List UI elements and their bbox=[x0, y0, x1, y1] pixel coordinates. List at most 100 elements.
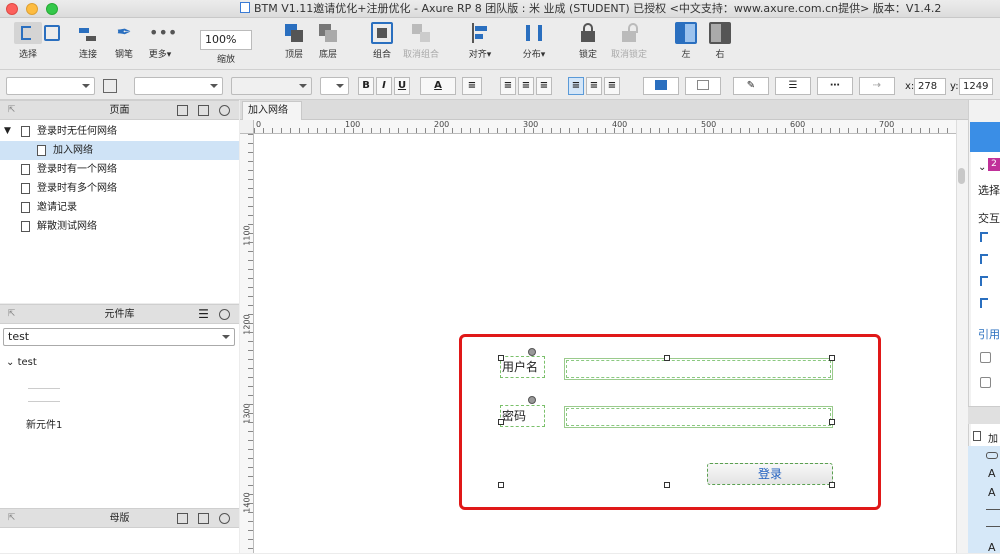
page-item[interactable]: 解散测试网络 bbox=[0, 217, 239, 236]
right-panel-toggle[interactable]: 右 bbox=[708, 22, 732, 60]
format-painter-icon[interactable] bbox=[103, 79, 117, 93]
password-field[interactable] bbox=[564, 406, 833, 428]
distribute-button[interactable]: 分布▾ bbox=[518, 22, 550, 60]
left-panel-toggle[interactable]: 左 bbox=[674, 22, 698, 60]
menu-icon[interactable]: ☰ bbox=[198, 308, 209, 320]
align-right-button[interactable]: ≡ bbox=[536, 77, 552, 95]
page-item[interactable]: 邀请记录 bbox=[0, 198, 239, 217]
line-color-button[interactable]: ✎ bbox=[733, 77, 769, 95]
resize-handle[interactable] bbox=[664, 482, 670, 488]
pen-tool[interactable]: ✒ 钢笔 bbox=[108, 22, 140, 60]
x-input[interactable]: 278 bbox=[914, 78, 946, 95]
add-folder-icon[interactable] bbox=[198, 513, 209, 524]
rotate-handle[interactable] bbox=[528, 348, 536, 356]
collapse-icon[interactable]: ⇱ bbox=[6, 513, 17, 524]
add-master-icon[interactable] bbox=[177, 513, 188, 524]
tab-add-network[interactable]: 加入网络 × bbox=[242, 101, 302, 134]
select-box-icon bbox=[44, 25, 60, 41]
bullet-list-button[interactable]: ≡ bbox=[462, 77, 482, 95]
more-tools[interactable]: ••• 更多▾ bbox=[144, 22, 178, 60]
login-button[interactable]: 登录 bbox=[707, 463, 833, 485]
connect-label: 连接 bbox=[78, 50, 97, 60]
shadow-button[interactable] bbox=[685, 77, 721, 95]
align-button[interactable]: 对齐▾ bbox=[464, 22, 496, 60]
valign-middle-button[interactable]: ≡ bbox=[586, 77, 602, 95]
italic-button[interactable]: I bbox=[376, 77, 392, 95]
inspector-tab-active[interactable] bbox=[970, 122, 1000, 152]
page-label: 邀请记录 bbox=[37, 202, 77, 213]
resize-handle[interactable] bbox=[829, 419, 835, 425]
ungroup-button[interactable]: 取消组合 bbox=[402, 22, 440, 60]
scrollbar-thumb[interactable] bbox=[958, 168, 965, 184]
password-label[interactable]: 密码 bbox=[500, 405, 545, 427]
connect-tool[interactable]: 连接 bbox=[72, 22, 104, 60]
lock-button[interactable]: 锁定 bbox=[574, 22, 602, 60]
style-select[interactable] bbox=[6, 77, 95, 95]
expand-icon[interactable]: ▼ bbox=[4, 122, 11, 141]
username-field[interactable] bbox=[564, 358, 833, 380]
chevron-down-icon[interactable]: ⌄ bbox=[978, 162, 986, 173]
font-family-select[interactable] bbox=[134, 77, 223, 95]
unlock-button[interactable]: 取消锁定 bbox=[610, 22, 648, 60]
page-item[interactable]: 加入网络 bbox=[0, 141, 239, 160]
resize-handle[interactable] bbox=[664, 355, 670, 361]
search-icon[interactable] bbox=[219, 309, 230, 320]
tab-label: 加入网络 bbox=[248, 105, 288, 116]
select-mode-tool[interactable] bbox=[40, 22, 64, 44]
event-icon[interactable] bbox=[980, 232, 988, 242]
page-item[interactable]: 登录时有多个网络 bbox=[0, 179, 239, 198]
zoom-select[interactable]: 100% bbox=[200, 30, 252, 50]
input-widget-icon bbox=[986, 526, 1000, 533]
valign-bottom-button[interactable]: ≡ bbox=[604, 77, 620, 95]
valign-top-button[interactable]: ≡ bbox=[568, 77, 584, 95]
ungroup-icon bbox=[410, 22, 432, 44]
page-icon bbox=[21, 164, 30, 175]
line-width-button[interactable]: ☰ bbox=[775, 77, 811, 95]
y-input[interactable]: 1249 bbox=[959, 78, 993, 95]
align-icon bbox=[469, 22, 491, 44]
collapse-icon[interactable]: ⇱ bbox=[6, 309, 17, 320]
search-icon[interactable] bbox=[219, 513, 230, 524]
reference-link[interactable]: 引用 bbox=[978, 326, 1000, 342]
event-icon[interactable] bbox=[980, 298, 988, 308]
align-left-button[interactable]: ≡ bbox=[500, 77, 516, 95]
send-to-back-button[interactable]: 底层 bbox=[314, 22, 342, 60]
collapse-icon[interactable]: ⇱ bbox=[6, 105, 17, 116]
font-size-select[interactable] bbox=[320, 77, 349, 95]
page-item[interactable]: 登录时有一个网络 bbox=[0, 160, 239, 179]
add-folder-icon[interactable] bbox=[198, 105, 209, 116]
font-color-button[interactable]: A bbox=[420, 77, 456, 95]
arrow-style-button[interactable]: ⇢ bbox=[859, 77, 895, 95]
group-button[interactable]: 组合 bbox=[368, 22, 396, 60]
canvas-scrollbar[interactable] bbox=[956, 120, 968, 553]
resize-handle[interactable] bbox=[498, 355, 504, 361]
event-icon[interactable] bbox=[980, 254, 988, 264]
chevron-down-icon: ⌄ bbox=[6, 357, 18, 368]
bring-to-front-button[interactable]: 顶层 bbox=[280, 22, 308, 60]
align-center-button[interactable]: ≡ bbox=[518, 77, 534, 95]
resize-handle[interactable] bbox=[829, 355, 835, 361]
widget-thumbnail[interactable] bbox=[28, 388, 60, 402]
page-item[interactable]: ▼ 登录时无任何网络 bbox=[0, 122, 239, 141]
resize-handle[interactable] bbox=[829, 482, 835, 488]
rotate-handle[interactable] bbox=[528, 396, 536, 404]
library-group[interactable]: ⌄ test bbox=[6, 357, 37, 368]
fill-color-button[interactable] bbox=[643, 77, 679, 95]
option-checkbox[interactable] bbox=[980, 377, 991, 388]
bold-button[interactable]: B bbox=[358, 77, 374, 95]
pages-tree: ▼ 登录时无任何网络 加入网络 登录时有一个网络 登录时有多个网络 邀请记录 解… bbox=[0, 120, 239, 303]
event-icon[interactable] bbox=[980, 276, 988, 286]
library-select[interactable]: test bbox=[3, 328, 235, 346]
page-icon bbox=[973, 431, 981, 441]
lock-label: 锁定 bbox=[578, 50, 597, 60]
line-style-button[interactable]: ⋯ bbox=[817, 77, 853, 95]
add-page-icon[interactable] bbox=[177, 105, 188, 116]
username-label[interactable]: 用户名 bbox=[500, 356, 545, 378]
search-icon[interactable] bbox=[219, 105, 230, 116]
option-checkbox[interactable] bbox=[980, 352, 991, 363]
resize-handle[interactable] bbox=[498, 482, 504, 488]
page-label: 解散测试网络 bbox=[37, 221, 97, 232]
font-weight-select[interactable] bbox=[231, 77, 312, 95]
underline-button[interactable]: U bbox=[394, 77, 410, 95]
resize-handle[interactable] bbox=[498, 419, 504, 425]
